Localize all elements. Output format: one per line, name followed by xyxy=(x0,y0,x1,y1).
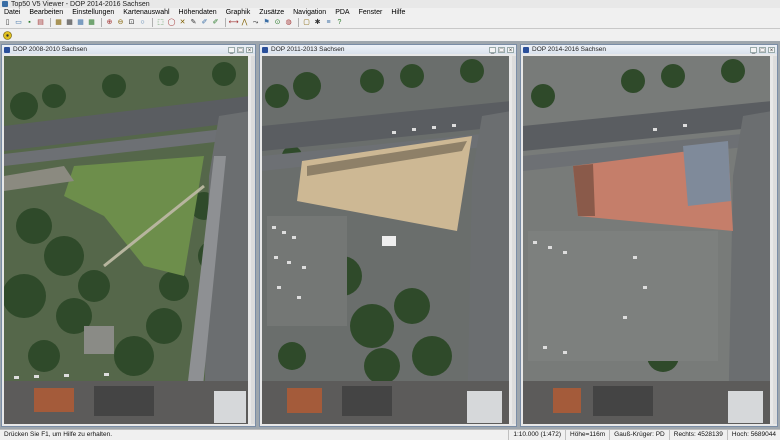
close-button[interactable]: × xyxy=(768,46,775,54)
window-title: Top50 V5 Viewer - DOP 2014-2016 Sachsen xyxy=(11,0,150,8)
measure-icon[interactable]: ⟷ xyxy=(228,18,238,27)
aerial-image[interactable] xyxy=(262,56,509,424)
map-window-titlebar[interactable]: DOP 2014-2016 Sachsen _ □ × xyxy=(521,45,777,54)
menu-hoehendaten[interactable]: Höhendaten xyxy=(175,8,222,17)
zoom-in-icon[interactable]: ⊕ xyxy=(105,18,114,27)
toolbar-separator xyxy=(225,18,226,27)
map-icon[interactable]: ▦ xyxy=(87,18,96,27)
menu-pda[interactable]: PDA xyxy=(331,8,354,17)
map-icon[interactable]: ▦ xyxy=(54,18,63,27)
select-icon[interactable]: ⬚ xyxy=(156,18,165,27)
maximize-button[interactable]: □ xyxy=(237,46,244,54)
map-icon[interactable]: ▦ xyxy=(76,18,85,27)
menu-fenster[interactable]: Fenster xyxy=(355,8,388,17)
toolbar-separator xyxy=(298,18,299,27)
aerial-image[interactable] xyxy=(523,56,770,424)
flag-icon[interactable]: ⚑ xyxy=(262,18,271,27)
open-icon[interactable]: ▭ xyxy=(14,18,23,27)
map-icon[interactable]: ▦ xyxy=(65,18,74,27)
save-icon[interactable]: ▪ xyxy=(25,18,34,27)
map-window-titlebar[interactable]: DOP 2011-2013 Sachsen _ □ × xyxy=(260,45,516,54)
menu-einstellungen[interactable]: Einstellungen xyxy=(68,8,119,17)
delete-icon[interactable]: ✕ xyxy=(178,18,187,27)
vertical-scrollbar[interactable] xyxy=(512,56,516,424)
toolbar-separator xyxy=(152,18,153,27)
toolbar-separator xyxy=(101,18,102,27)
circle-icon[interactable]: ◯ xyxy=(167,18,176,27)
profile-icon[interactable]: ⋀ xyxy=(240,18,249,27)
menu-datei[interactable]: Datei xyxy=(0,8,25,17)
print-icon[interactable]: ▤ xyxy=(36,18,45,27)
map-window-icon xyxy=(262,46,268,53)
cd-icon[interactable] xyxy=(3,30,12,40)
minimize-button[interactable]: _ xyxy=(228,46,235,54)
wind-icon[interactable]: ✱ xyxy=(313,18,322,27)
map-window-titlebar[interactable]: DOP 2008-2010 Sachsen _ □ × xyxy=(2,45,255,54)
title-bar: Top50 V5 Viewer - DOP 2014-2016 Sachsen xyxy=(0,0,780,8)
menu-kartenauswahl[interactable]: Kartenauswahl xyxy=(119,8,174,17)
map-window-icon xyxy=(4,46,10,53)
map-window-2011[interactable]: DOP 2011-2013 Sachsen _ □ × xyxy=(259,44,517,427)
close-button[interactable]: × xyxy=(507,46,514,54)
zoom-fit-icon[interactable]: ⊡ xyxy=(127,18,136,27)
map-window-2008[interactable]: DOP 2008-2010 Sachsen _ □ × xyxy=(1,44,256,427)
globe-icon[interactable]: ◍ xyxy=(284,18,293,27)
map-window-title: DOP 2014-2016 Sachsen xyxy=(532,46,606,53)
main-toolbar: ▯ ▭ ▪ ▤ ▦ ▦ ▦ ▦ ⊕ ⊖ ⊡ ○ ⬚ ◯ ✕ ✎ ✐ ✐ ⟷ ⋀ ⤳ ⚑ ⊙ ◍ ▢ ✱ ≡? xyxy=(0,17,780,29)
pda-icon[interactable]: ▢ xyxy=(302,18,311,27)
map-window-title: DOP 2011-2013 Sachsen xyxy=(271,46,345,53)
gps-icon[interactable]: ⊙ xyxy=(273,18,282,27)
new-icon[interactable]: ▯ xyxy=(3,18,12,27)
aerial-image[interactable] xyxy=(4,56,248,424)
status-bar: Drücken Sie F1, um Hilfe zu erhalten. 1:… xyxy=(0,429,780,440)
tool-icon[interactable]: ✎ xyxy=(189,18,198,27)
vertical-scrollbar[interactable] xyxy=(251,56,255,424)
vertical-scrollbar[interactable] xyxy=(773,56,777,424)
layers-icon[interactable]: ≡ xyxy=(324,18,333,27)
mdi-workspace: DOP 2008-2010 Sachsen _ □ × DOP 2011-201… xyxy=(0,41,780,429)
help-icon[interactable]: ? xyxy=(335,18,344,27)
map-window-icon xyxy=(523,46,529,53)
route-icon[interactable]: ⤳ xyxy=(251,18,260,27)
draw-icon[interactable]: ✐ xyxy=(211,18,220,27)
zoom-icon[interactable]: ○ xyxy=(138,18,147,27)
toolbar-separator xyxy=(50,18,51,27)
menu-graphik[interactable]: Graphik xyxy=(222,8,256,17)
menu-navigation[interactable]: Navigation xyxy=(289,8,331,17)
close-button[interactable]: × xyxy=(246,46,253,54)
minimize-button[interactable]: _ xyxy=(489,46,496,54)
zoom-out-icon[interactable]: ⊖ xyxy=(116,18,125,27)
maximize-button[interactable]: □ xyxy=(498,46,505,54)
menu-zusaetze[interactable]: Zusätze xyxy=(255,8,289,17)
menu-bar: Datei Bearbeiten Einstellungen Kartenaus… xyxy=(0,8,780,17)
app-icon xyxy=(2,1,8,7)
secondary-toolbar xyxy=(0,29,780,41)
menu-hilfe[interactable]: Hilfe xyxy=(387,8,410,17)
maximize-button[interactable]: □ xyxy=(759,46,766,54)
minimize-button[interactable]: _ xyxy=(750,46,757,54)
draw-icon[interactable]: ✐ xyxy=(200,18,209,27)
map-window-title: DOP 2008-2010 Sachsen xyxy=(13,46,87,53)
menu-bearbeiten[interactable]: Bearbeiten xyxy=(25,8,68,17)
map-window-2014[interactable]: DOP 2014-2016 Sachsen _ □ × xyxy=(520,44,778,427)
